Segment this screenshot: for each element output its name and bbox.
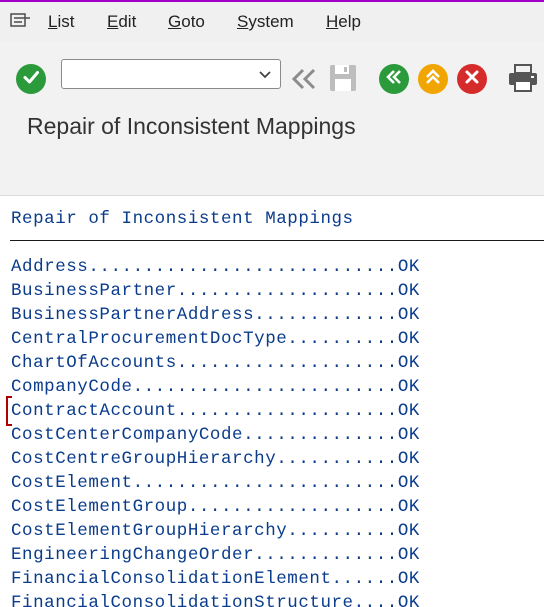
mapping-status: OK: [397, 329, 420, 349]
menu-icon[interactable]: [10, 12, 32, 30]
mapping-status: OK: [397, 497, 420, 517]
list-row: BusinessPartner....................OK: [11, 279, 420, 303]
mapping-name: CostCentreGroupHierarchy: [11, 449, 277, 469]
menu-item-list[interactable]: List: [48, 12, 74, 32]
mapping-name: CostCenterCompanyCode: [11, 425, 244, 445]
list-row: CostCentreGroupHierarchy...........OK: [11, 447, 420, 471]
cancel-red-icon: [463, 68, 481, 91]
mapping-name: ChartOfAccounts: [11, 353, 177, 373]
application-toolbar: [0, 150, 544, 196]
dot-leader: ....................: [176, 281, 398, 301]
mapping-status: OK: [397, 281, 420, 301]
mapping-status: OK: [397, 257, 420, 277]
heading-divider: [10, 240, 544, 241]
list-heading: Repair of Inconsistent Mappings: [11, 209, 354, 229]
standard-toolbar: [0, 42, 544, 100]
mapping-status: OK: [397, 545, 420, 565]
dot-leader: ..............: [243, 425, 398, 445]
menu-bar: List Edit Goto System Help: [0, 2, 544, 42]
dot-leader: ....................: [176, 401, 398, 421]
title-bar: Repair of Inconsistent Mappings: [0, 100, 544, 150]
mapping-name: CompanyCode: [11, 377, 133, 397]
list-row: Address............................OK: [11, 255, 420, 279]
list-row: ContractAccount....................OK: [11, 399, 420, 423]
mapping-name: CostElementGroup: [11, 497, 188, 517]
dot-leader: ........................: [132, 377, 398, 397]
dot-leader: ..........: [287, 329, 398, 349]
command-dropdown-icon[interactable]: [256, 64, 274, 84]
enter-check-icon: [22, 68, 40, 91]
dot-leader: ...................: [187, 497, 398, 517]
mapping-name: BusinessPartner: [11, 281, 177, 301]
dot-leader: ........................: [132, 473, 398, 493]
mapping-name: CostElementGroupHierarchy: [11, 521, 288, 541]
mapping-name: ContractAccount: [11, 401, 177, 421]
list-row: CostElementGroupHierarchy..........OK: [11, 519, 420, 543]
mapping-name: EngineeringChangeOrder: [11, 545, 255, 565]
enter-button[interactable]: [16, 64, 46, 94]
dot-leader: ...........: [276, 449, 398, 469]
list-row: ChartOfAccounts....................OK: [11, 351, 420, 375]
print-icon[interactable]: [507, 62, 539, 94]
mapping-status: OK: [397, 473, 420, 493]
dot-leader: ......: [331, 569, 398, 589]
list-row: FinancialConsolidationStructure....OK: [11, 591, 420, 607]
dot-leader: ............................: [88, 257, 398, 277]
mapping-name: CentralProcurementDocType: [11, 329, 288, 349]
list-row: EngineeringChangeOrder.............OK: [11, 543, 420, 567]
list-row: CostElementGroup...................OK: [11, 495, 420, 519]
exit-button[interactable]: [418, 64, 448, 94]
mapping-name: CostElement: [11, 473, 133, 493]
dot-leader: ..........: [287, 521, 398, 541]
mapping-status: OK: [397, 377, 420, 397]
dot-leader: ....: [353, 593, 398, 607]
list-row: CompanyCode........................OK: [11, 375, 420, 399]
menu-item-goto[interactable]: Goto: [168, 12, 205, 32]
command-field[interactable]: [61, 59, 281, 89]
list-output-area[interactable]: Repair of Inconsistent Mappings Address.…: [0, 196, 544, 607]
back-green-icon: [385, 68, 403, 91]
mapping-status: OK: [397, 401, 420, 421]
mapping-status: OK: [397, 449, 420, 469]
mapping-status: OK: [397, 425, 420, 445]
menu-item-help[interactable]: Help: [326, 12, 361, 32]
list-row: CentralProcurementDocType..........OK: [11, 327, 420, 351]
list-row: BusinessPartnerAddress.............OK: [11, 303, 420, 327]
save-icon[interactable]: [327, 62, 359, 94]
cancel-button[interactable]: [457, 64, 487, 94]
dot-leader: .............: [254, 305, 398, 325]
mapping-status: OK: [397, 569, 420, 589]
list-row: FinancialConsolidationElement......OK: [11, 567, 420, 591]
page-title: Repair of Inconsistent Mappings: [27, 113, 356, 139]
back-arrows-icon[interactable]: [289, 64, 319, 94]
menu-item-system[interactable]: System: [237, 12, 294, 32]
mapping-name: Address: [11, 257, 89, 277]
menu-item-edit[interactable]: Edit: [107, 12, 136, 32]
mapping-status: OK: [397, 353, 420, 373]
mapping-name: FinancialConsolidationElement: [11, 569, 332, 589]
back-button[interactable]: [379, 64, 409, 94]
command-input[interactable]: [68, 64, 248, 84]
list-row: CostCenterCompanyCode..............OK: [11, 423, 420, 447]
list-row: CostElement........................OK: [11, 471, 420, 495]
exit-yellow-icon: [424, 68, 442, 91]
mapping-name: BusinessPartnerAddress: [11, 305, 255, 325]
mapping-status: OK: [397, 305, 420, 325]
mapping-status: OK: [397, 521, 420, 541]
mapping-status: OK: [397, 593, 420, 607]
dot-leader: ....................: [176, 353, 398, 373]
dot-leader: .............: [254, 545, 398, 565]
mapping-list: Address............................OK Bus…: [11, 255, 420, 607]
mapping-name: FinancialConsolidationStructure: [11, 593, 354, 607]
